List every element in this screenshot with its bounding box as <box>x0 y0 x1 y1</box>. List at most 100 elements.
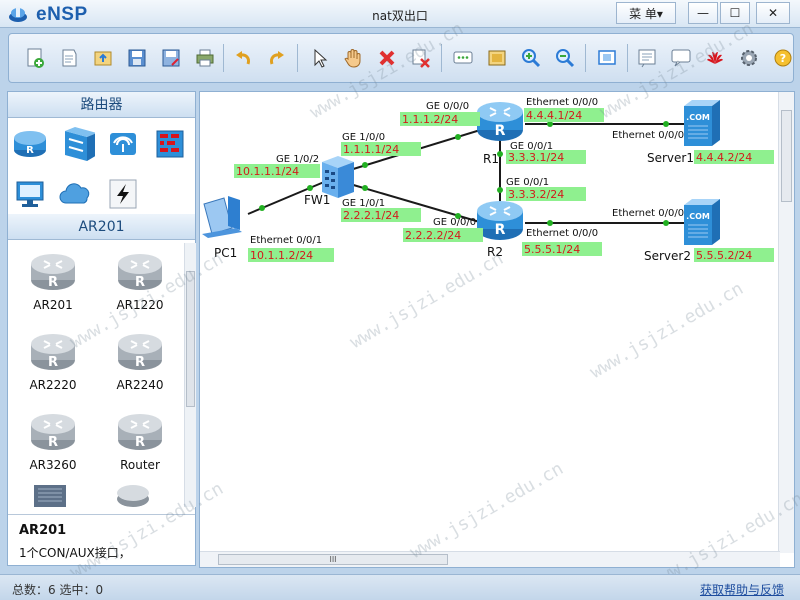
topology-diagram[interactable]: R R .COM .COM PC1 FW1 R1 R2 Server1 Serv… <box>200 92 780 553</box>
scroll-thumb[interactable] <box>186 271 195 407</box>
svg-text:R: R <box>26 145 34 156</box>
ne-router-icon[interactable] <box>32 485 68 507</box>
topology-canvas[interactable]: R R .COM .COM PC1 FW1 R1 R2 Server1 Serv… <box>199 91 795 568</box>
canvas-horizontal-scrollbar[interactable]: III <box>200 551 780 567</box>
device-label: AR201 <box>33 298 73 312</box>
server2-com-badge: .COM <box>686 212 710 221</box>
save-icon[interactable] <box>123 44 151 72</box>
pan-hand-icon[interactable] <box>339 44 367 72</box>
r2-ge000-ip: 2.2.2.2/24 <box>405 229 461 242</box>
pc1-ip: 10.1.1.2/24 <box>250 249 313 262</box>
settings-icon[interactable] <box>735 44 763 72</box>
fw1-ge101-label: GE 1/0/1 <box>342 198 385 209</box>
router-icon: R <box>118 414 162 450</box>
server1-ip: 4.4.4.2/24 <box>696 151 752 164</box>
horizontal-scroll-thumb[interactable]: III <box>218 554 448 565</box>
delete-link-icon[interactable] <box>407 44 435 72</box>
device-header: AR201 <box>8 214 195 240</box>
device-ar201[interactable]: R AR201 <box>18 248 88 323</box>
svg-text:R: R <box>495 123 506 139</box>
topology-grid-icon[interactable] <box>633 44 661 72</box>
svg-text:R: R <box>48 435 58 450</box>
fw1-node[interactable] <box>322 156 354 198</box>
device-ar1220[interactable]: R AR1220 <box>105 248 175 323</box>
fw1-ge102-ip: 10.1.1.1/24 <box>236 165 299 178</box>
zoom-out-icon[interactable] <box>551 44 579 72</box>
text-note-icon[interactable] <box>449 44 477 72</box>
status-text: 总数：6 选中：0 <box>12 583 104 597</box>
terminal-category-icon[interactable] <box>11 175 49 213</box>
router-category-icon[interactable]: R <box>11 125 49 163</box>
r2-ge000-label: GE 0/0/0 <box>433 217 476 228</box>
r1-ge000-ip: 1.1.1.2/24 <box>402 113 458 126</box>
toolbar: ? <box>8 33 794 83</box>
r2-node[interactable]: R <box>477 201 523 240</box>
ensp-logo-icon <box>9 7 27 22</box>
zoom-in-icon[interactable] <box>517 44 545 72</box>
server2-label: Server2 <box>644 249 691 263</box>
new-topology-icon[interactable] <box>21 44 49 72</box>
r2-eth000-ip: 5.5.5.1/24 <box>524 243 580 256</box>
server2-node[interactable]: .COM <box>684 199 720 245</box>
r2-ge001-ip: 3.3.3.2/24 <box>508 188 564 201</box>
fit-window-icon[interactable] <box>593 44 621 72</box>
palette-icon[interactable] <box>483 44 511 72</box>
new-from-template-icon[interactable] <box>55 44 83 72</box>
cx-router-icon[interactable] <box>115 485 151 507</box>
server2-ip: 5.5.5.2/24 <box>696 249 752 262</box>
router-icon: R <box>31 414 75 450</box>
menu-button[interactable]: 菜 单▾ <box>616 2 676 24</box>
device-list-scrollbar[interactable] <box>184 243 196 507</box>
pc1-node[interactable] <box>202 196 242 238</box>
close-button[interactable]: ✕ <box>756 2 790 24</box>
pc1-label: PC1 <box>214 246 237 260</box>
print-icon[interactable] <box>191 44 219 72</box>
device-info-description: 1个CON/AUX接口， <box>19 546 131 560</box>
device-label: AR2220 <box>29 378 77 392</box>
fw1-ge100-ip: 1.1.1.1/24 <box>343 143 399 156</box>
link-endpoints <box>259 121 669 226</box>
server1-node[interactable]: .COM <box>684 100 720 146</box>
link-category-icon[interactable] <box>104 175 142 213</box>
delete-icon[interactable] <box>373 44 401 72</box>
r2-ge001-label: GE 0/0/1 <box>506 177 549 188</box>
save-as-icon[interactable] <box>157 44 185 72</box>
r1-ge001-ip: 3.3.3.1/24 <box>508 151 564 164</box>
select-icon[interactable] <box>305 44 333 72</box>
wireless-category-icon[interactable] <box>104 125 142 163</box>
server1-interface-label: Ethernet 0/0/0 <box>612 130 684 141</box>
firewall-category-icon[interactable] <box>151 125 189 163</box>
svg-text:R: R <box>135 355 145 370</box>
help-icon[interactable]: ? <box>769 44 797 72</box>
canvas-vertical-scrollbar[interactable] <box>778 92 794 553</box>
device-info-box: AR201 1个CON/AUX接口， <box>8 514 195 565</box>
maximize-button[interactable]: ☐ <box>720 2 750 24</box>
device-router[interactable]: R Router <box>105 408 175 483</box>
switch-category-icon[interactable] <box>57 125 95 163</box>
device-ar2240[interactable]: R AR2240 <box>105 328 175 403</box>
fw1-ge101-ip: 2.2.2.1/24 <box>343 209 399 222</box>
fw1-label: FW1 <box>304 193 330 207</box>
huawei-icon[interactable] <box>701 44 729 72</box>
device-label: AR2240 <box>116 378 164 392</box>
vertical-scroll-thumb[interactable] <box>781 110 792 202</box>
undo-icon[interactable] <box>229 44 257 72</box>
redo-icon[interactable] <box>263 44 291 72</box>
open-icon[interactable] <box>89 44 117 72</box>
device-ar2220[interactable]: R AR2220 <box>18 328 88 403</box>
title-bar: eNSP nat双出口 菜 单▾ — ☐ ✕ <box>0 0 800 28</box>
r2-label: R2 <box>487 245 503 259</box>
r1-node[interactable]: R <box>477 102 523 141</box>
help-feedback-link[interactable]: 获取帮助与反馈 <box>700 581 784 598</box>
device-label: AR1220 <box>116 298 164 312</box>
fw1-ge100-label: GE 1/0/0 <box>342 132 385 143</box>
fw1-ge102-label: GE 1/0/2 <box>276 154 319 165</box>
router-icon: R <box>31 334 75 370</box>
cloud-category-icon[interactable] <box>57 175 95 213</box>
device-ar3260[interactable]: R AR3260 <box>18 408 88 483</box>
app-name: eNSP <box>36 4 88 25</box>
chat-icon[interactable] <box>667 44 695 72</box>
r1-label: R1 <box>483 152 499 166</box>
minimize-button[interactable]: — <box>688 2 718 24</box>
svg-text:R: R <box>495 222 506 238</box>
